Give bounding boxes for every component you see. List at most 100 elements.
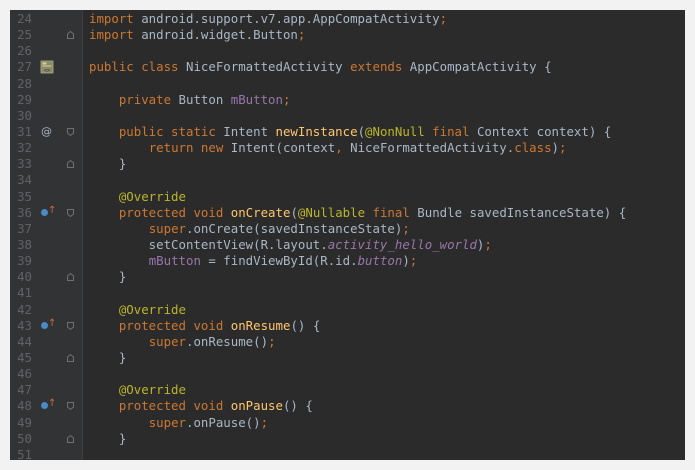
line-number: 29 <box>17 91 32 107</box>
code-token: onCreate <box>230 204 291 220</box>
code-line[interactable]: 49 super.onPause(); <box>10 415 685 431</box>
code-line[interactable]: 39 mButton = findViewById(R.id.button); <box>10 253 685 269</box>
code-token: Context context) { <box>476 123 612 139</box>
at-annotation-icon[interactable]: @ <box>40 124 56 140</box>
line-number: 39 <box>17 253 32 269</box>
line-number: 46 <box>17 366 32 382</box>
code-line[interactable]: 28 <box>10 76 685 92</box>
code-line[interactable]: 37 super.onCreate(savedInstanceState); <box>10 221 685 237</box>
code-line[interactable]: 34 <box>10 172 685 188</box>
code-token: newInstance <box>275 123 358 139</box>
code-token: setContentView(R.layout. <box>89 236 328 252</box>
fold-start-icon[interactable] <box>67 402 74 411</box>
code-text: public static Intent newInstance(@NonNul… <box>89 124 611 140</box>
code-token: protected void <box>118 317 231 333</box>
code-token: ) <box>551 140 560 156</box>
code-text: protected void onPause() { <box>89 398 313 414</box>
code-line[interactable]: 35 @Override <box>10 189 685 205</box>
line-number: 32 <box>17 140 32 156</box>
code-text: import android.widget.Button; <box>89 27 305 43</box>
code-token: private <box>118 91 179 107</box>
line-number: 26 <box>17 43 32 59</box>
line-number: 25 <box>17 27 32 43</box>
code-token: import <box>89 27 142 43</box>
code-token: super <box>148 333 186 349</box>
code-lines: 24 import android.support.v7.app.AppCompa… <box>10 11 685 460</box>
line-number: 48 <box>17 398 32 414</box>
code-line[interactable]: 29 private Button mButton; <box>10 92 685 108</box>
code-token: button <box>357 253 403 269</box>
code-token: Button <box>178 91 231 107</box>
fold-start-icon[interactable] <box>67 208 74 217</box>
fold-end-icon[interactable] <box>67 273 74 282</box>
code-line[interactable]: 44 super.onResume(); <box>10 334 685 350</box>
code-line[interactable]: 47 @Override <box>10 382 685 398</box>
override-method-icon[interactable]: ↑ <box>40 398 56 414</box>
line-number: 31 <box>17 123 32 139</box>
code-editor[interactable]: 24 import android.support.v7.app.AppCompa… <box>10 10 685 460</box>
code-line[interactable]: 24 import android.support.v7.app.AppCompa… <box>10 11 685 27</box>
code-token: class <box>514 140 552 156</box>
code-line[interactable]: 46 <box>10 366 685 382</box>
layout-file-glyph: <> <box>40 61 54 74</box>
code-token: final <box>432 123 477 139</box>
code-line[interactable]: 51 <box>10 447 685 460</box>
code-line[interactable]: 30 <box>10 108 685 124</box>
code-text: protected void onResume() { <box>89 318 320 334</box>
code-line[interactable]: 25 import android.widget.Button; <box>10 27 685 43</box>
code-token: protected void <box>118 204 231 220</box>
code-token: @NonNull <box>365 123 433 139</box>
code-token: ; <box>409 253 418 269</box>
code-token: } <box>89 430 127 446</box>
code-line[interactable]: 50 } <box>10 431 685 447</box>
code-text: private Button mButton; <box>89 91 291 108</box>
override-method-icon[interactable]: ↑ <box>40 205 56 221</box>
line-number: 35 <box>17 188 32 204</box>
code-line[interactable]: 26 <box>10 43 685 59</box>
code-token: onResume <box>230 317 291 333</box>
line-number: 41 <box>17 285 32 301</box>
code-token: final <box>372 204 418 220</box>
code-line[interactable]: 41 <box>10 285 685 301</box>
code-line[interactable]: 48 ↑ protected void onPause() { <box>10 398 685 414</box>
fold-end-icon[interactable] <box>67 434 74 443</box>
code-line[interactable]: 40 } <box>10 269 685 285</box>
line-number: 33 <box>17 156 32 172</box>
code-token: } <box>89 349 127 365</box>
code-line[interactable]: 36 ↑ protected void onCreate(@Nullable fi… <box>10 205 685 221</box>
fold-end-icon[interactable] <box>67 353 74 362</box>
fold-start-icon[interactable] <box>67 321 74 330</box>
code-token: } <box>89 156 127 172</box>
line-number: 40 <box>17 269 32 285</box>
fold-start-icon[interactable] <box>67 127 74 136</box>
override-method-icon[interactable]: ↑ <box>40 318 56 334</box>
code-token: .onResume() <box>186 333 269 349</box>
code-line[interactable]: 33 } <box>10 156 685 172</box>
line-number: 36 <box>17 204 32 220</box>
code-token: public class <box>89 59 186 75</box>
code-token: super <box>148 220 186 236</box>
code-token: @Override <box>118 188 186 204</box>
fold-end-icon[interactable] <box>67 31 74 40</box>
code-line[interactable]: 45 } <box>10 350 685 366</box>
code-token: Intent <box>223 123 276 139</box>
code-token: ; <box>439 11 448 26</box>
code-token: @Nullable <box>297 204 373 220</box>
code-line[interactable]: 27 <> public class NiceFormattedActivity e… <box>10 59 685 75</box>
fold-end-icon[interactable] <box>67 160 74 169</box>
line-number: 51 <box>17 446 32 460</box>
code-line[interactable]: 31 @ public static Intent newInstance(@No… <box>10 124 685 140</box>
code-token: ; <box>260 414 269 430</box>
code-token: import <box>89 11 142 26</box>
code-token: ; <box>559 140 567 156</box>
line-number: 47 <box>17 382 32 398</box>
code-line[interactable]: 32 return new Intent(context, NiceFormat… <box>10 140 685 156</box>
code-line[interactable]: 43 ↑ protected void onResume() { <box>10 318 685 334</box>
code-line[interactable]: 42 @Override <box>10 302 685 318</box>
code-line[interactable]: 38 setContentView(R.layout.activity_hell… <box>10 237 685 253</box>
android-layout-icon[interactable]: <> <box>40 59 56 75</box>
